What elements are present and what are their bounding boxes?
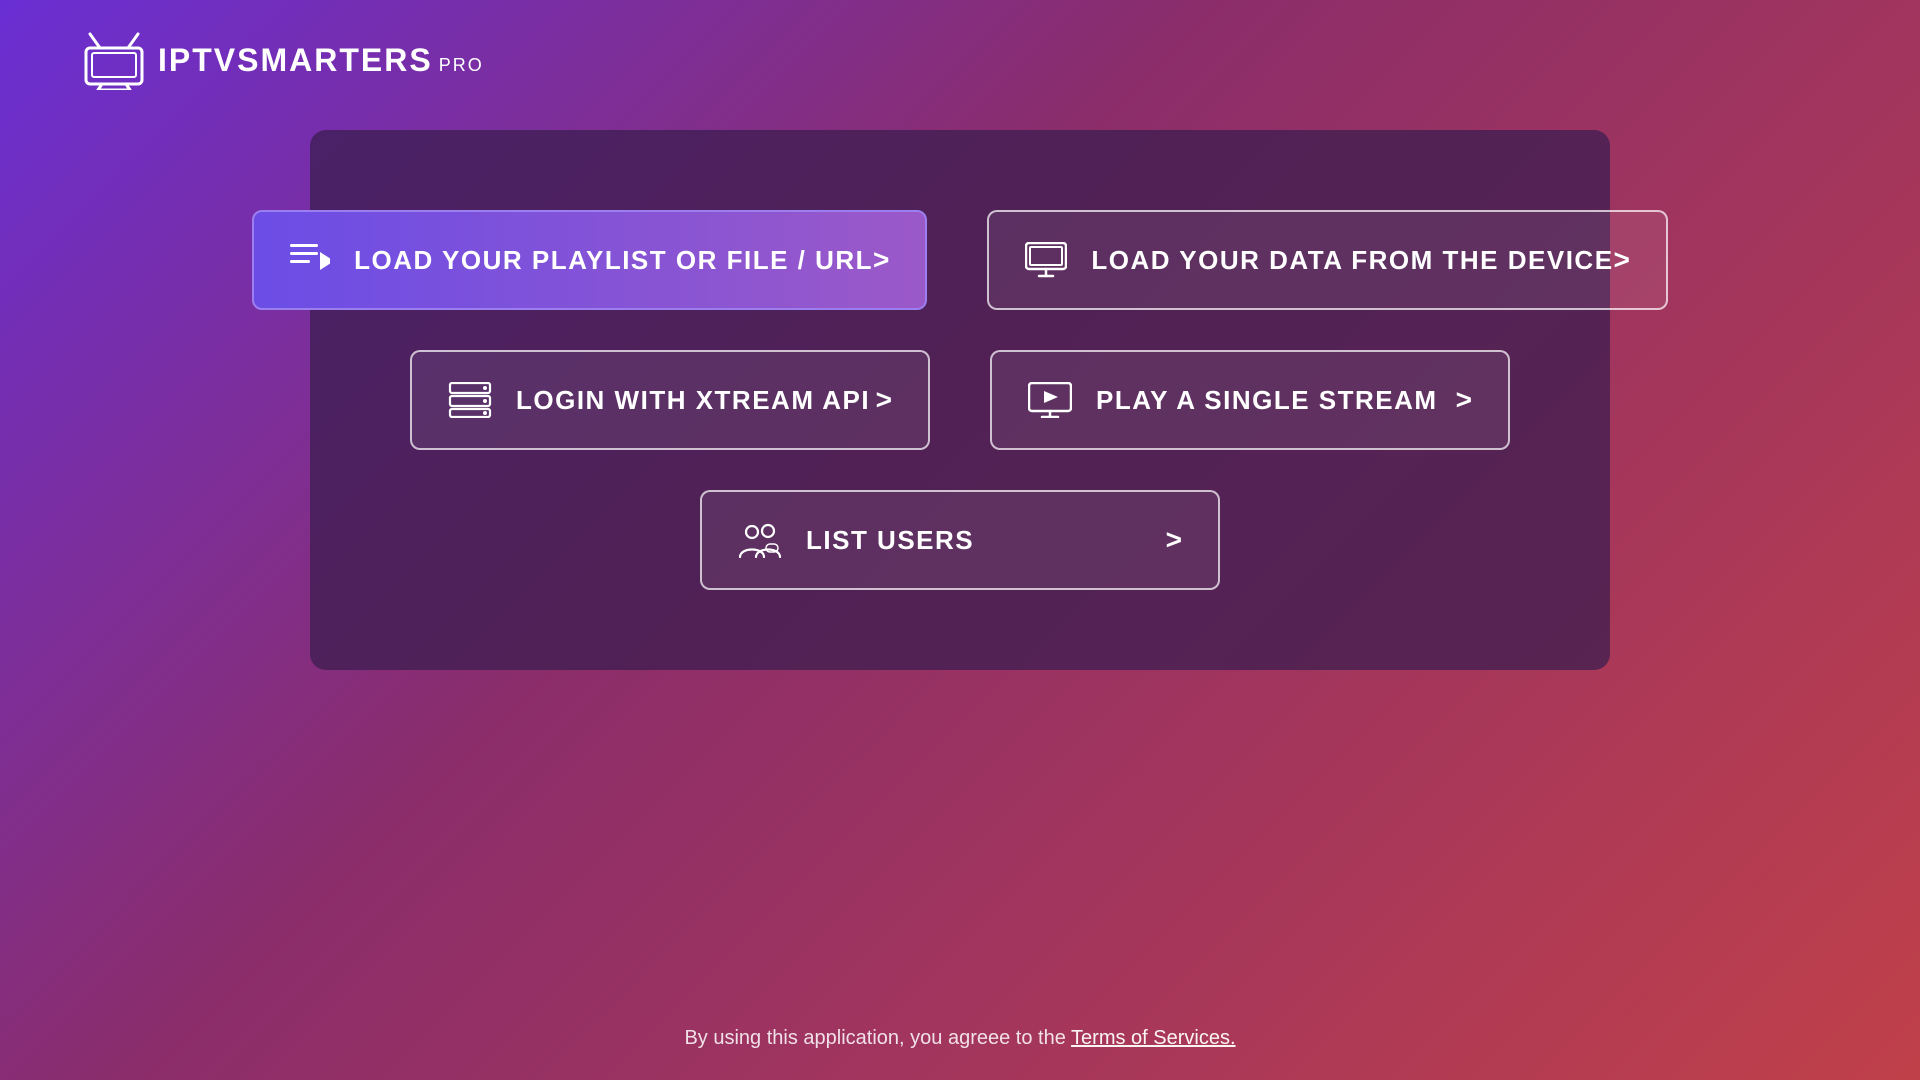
xtream-left: LOGIN WITH XTREAM API [448, 382, 870, 418]
logo-text: IPTV SMARTERS PRO [158, 42, 484, 79]
logo-smarters: SMARTERS [237, 42, 433, 79]
device-label: LOAD YOUR DATA FROM THE DEVICE [1091, 245, 1613, 276]
terms-link[interactable]: Terms of Services. [1071, 1027, 1235, 1049]
xtream-chevron-icon: > [876, 384, 892, 416]
footer-text: By using this application, you agreee to… [684, 1027, 1071, 1049]
users-icon [738, 522, 782, 558]
logo-iptv: IPTV [158, 42, 237, 79]
stream-chevron-icon: > [1456, 384, 1472, 416]
stream-label: PLAY A SINGLE STREAM [1096, 385, 1438, 416]
buttons-row-2: LOGIN WITH XTREAM API > P [410, 350, 1510, 450]
tv-icon [80, 30, 148, 90]
single-stream-button[interactable]: PLAY A SINGLE STREAM > [990, 350, 1510, 450]
users-left: LIST USERS [738, 522, 974, 558]
header: IPTV SMARTERS PRO [0, 0, 1920, 120]
playlist-icon [290, 242, 330, 278]
xtream-icon [448, 382, 492, 418]
device-chevron-icon: > [1614, 244, 1630, 276]
buttons-row-3: LIST USERS > [410, 490, 1510, 590]
logo-pro: PRO [439, 55, 484, 76]
xtream-label: LOGIN WITH XTREAM API [516, 385, 870, 416]
footer: By using this application, you agreee to… [0, 1027, 1920, 1050]
logo: IPTV SMARTERS PRO [80, 30, 484, 90]
main-card: LOAD YOUR PLAYLIST OR FILE / URL > [310, 130, 1610, 670]
users-label: LIST USERS [806, 525, 974, 556]
load-device-button[interactable]: LOAD YOUR DATA FROM THE DEVICE > [987, 210, 1668, 310]
playlist-chevron-icon: > [873, 244, 889, 276]
playlist-left: LOAD YOUR PLAYLIST OR FILE / URL [290, 242, 873, 278]
playlist-label: LOAD YOUR PLAYLIST OR FILE / URL [354, 245, 873, 276]
load-playlist-button[interactable]: LOAD YOUR PLAYLIST OR FILE / URL > [252, 210, 927, 310]
stream-left: PLAY A SINGLE STREAM [1028, 382, 1438, 418]
stream-icon [1028, 382, 1072, 418]
buttons-row-1: LOAD YOUR PLAYLIST OR FILE / URL > [410, 210, 1510, 310]
device-left: LOAD YOUR DATA FROM THE DEVICE [1025, 242, 1613, 278]
users-chevron-icon: > [1166, 524, 1182, 556]
device-icon [1025, 242, 1067, 278]
list-users-button[interactable]: LIST USERS > [700, 490, 1220, 590]
xtream-api-button[interactable]: LOGIN WITH XTREAM API > [410, 350, 930, 450]
